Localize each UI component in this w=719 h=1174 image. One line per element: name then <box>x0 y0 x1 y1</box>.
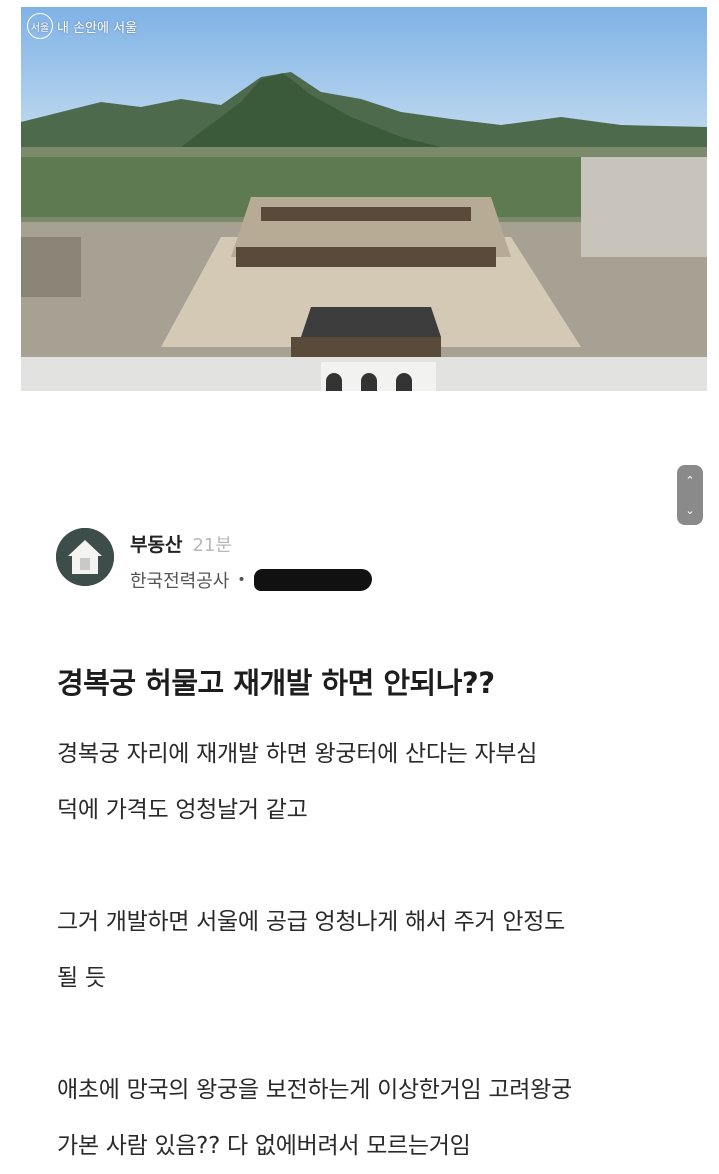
author-name[interactable]: 부동산 <box>130 530 182 557</box>
body-line: 그거 개발하면 서울에 공급 엉청나게 해서 주거 안정도 <box>57 909 565 935</box>
seoul-logo-icon: 서울 <box>27 13 53 39</box>
seoul-watermark: 서울 내 손안에 서울 <box>27 13 137 39</box>
watermark-text: 내 손안에 서울 <box>57 20 138 36</box>
body-line: 가본 사람 있음?? 다 없에버려서 모르는거임 <box>57 1133 471 1159</box>
house-avatar-icon <box>56 528 114 586</box>
author-block: 부동산 21분 한국전력공사 • <box>56 528 372 593</box>
post-image[interactable]: 서울 내 손안에 서울 <box>21 7 707 391</box>
post-body: 경복궁 자리에 재개발 하면 왕궁터에 산다는 자부심 덕에 가격도 엉청날거 … <box>57 726 677 1174</box>
chevron-down-icon[interactable]: ⌄ <box>685 504 694 517</box>
post-time: 21분 <box>192 535 232 556</box>
body-line: 덕에 가격도 엉청날거 같고 <box>57 797 308 823</box>
palace-aerial-image <box>21 7 707 391</box>
body-line: 경복궁 자리에 재개발 하면 왕궁터에 산다는 자부심 <box>57 741 538 767</box>
author-company: 한국전력공사 <box>130 571 230 592</box>
redacted-mark <box>253 569 372 591</box>
post-title: 경복궁 허물고 재개발 하면 안되나?? <box>57 666 495 700</box>
scroll-control[interactable]: ⌃ ⌄ <box>677 465 703 525</box>
separator-dot: • <box>237 572 246 588</box>
chevron-up-icon[interactable]: ⌃ <box>685 474 694 487</box>
avatar[interactable] <box>56 528 114 586</box>
body-line: 애초에 망국의 왕궁을 보전하는게 이상한거임 고려왕궁 <box>57 1077 572 1103</box>
body-line: 될 듯 <box>57 965 106 991</box>
